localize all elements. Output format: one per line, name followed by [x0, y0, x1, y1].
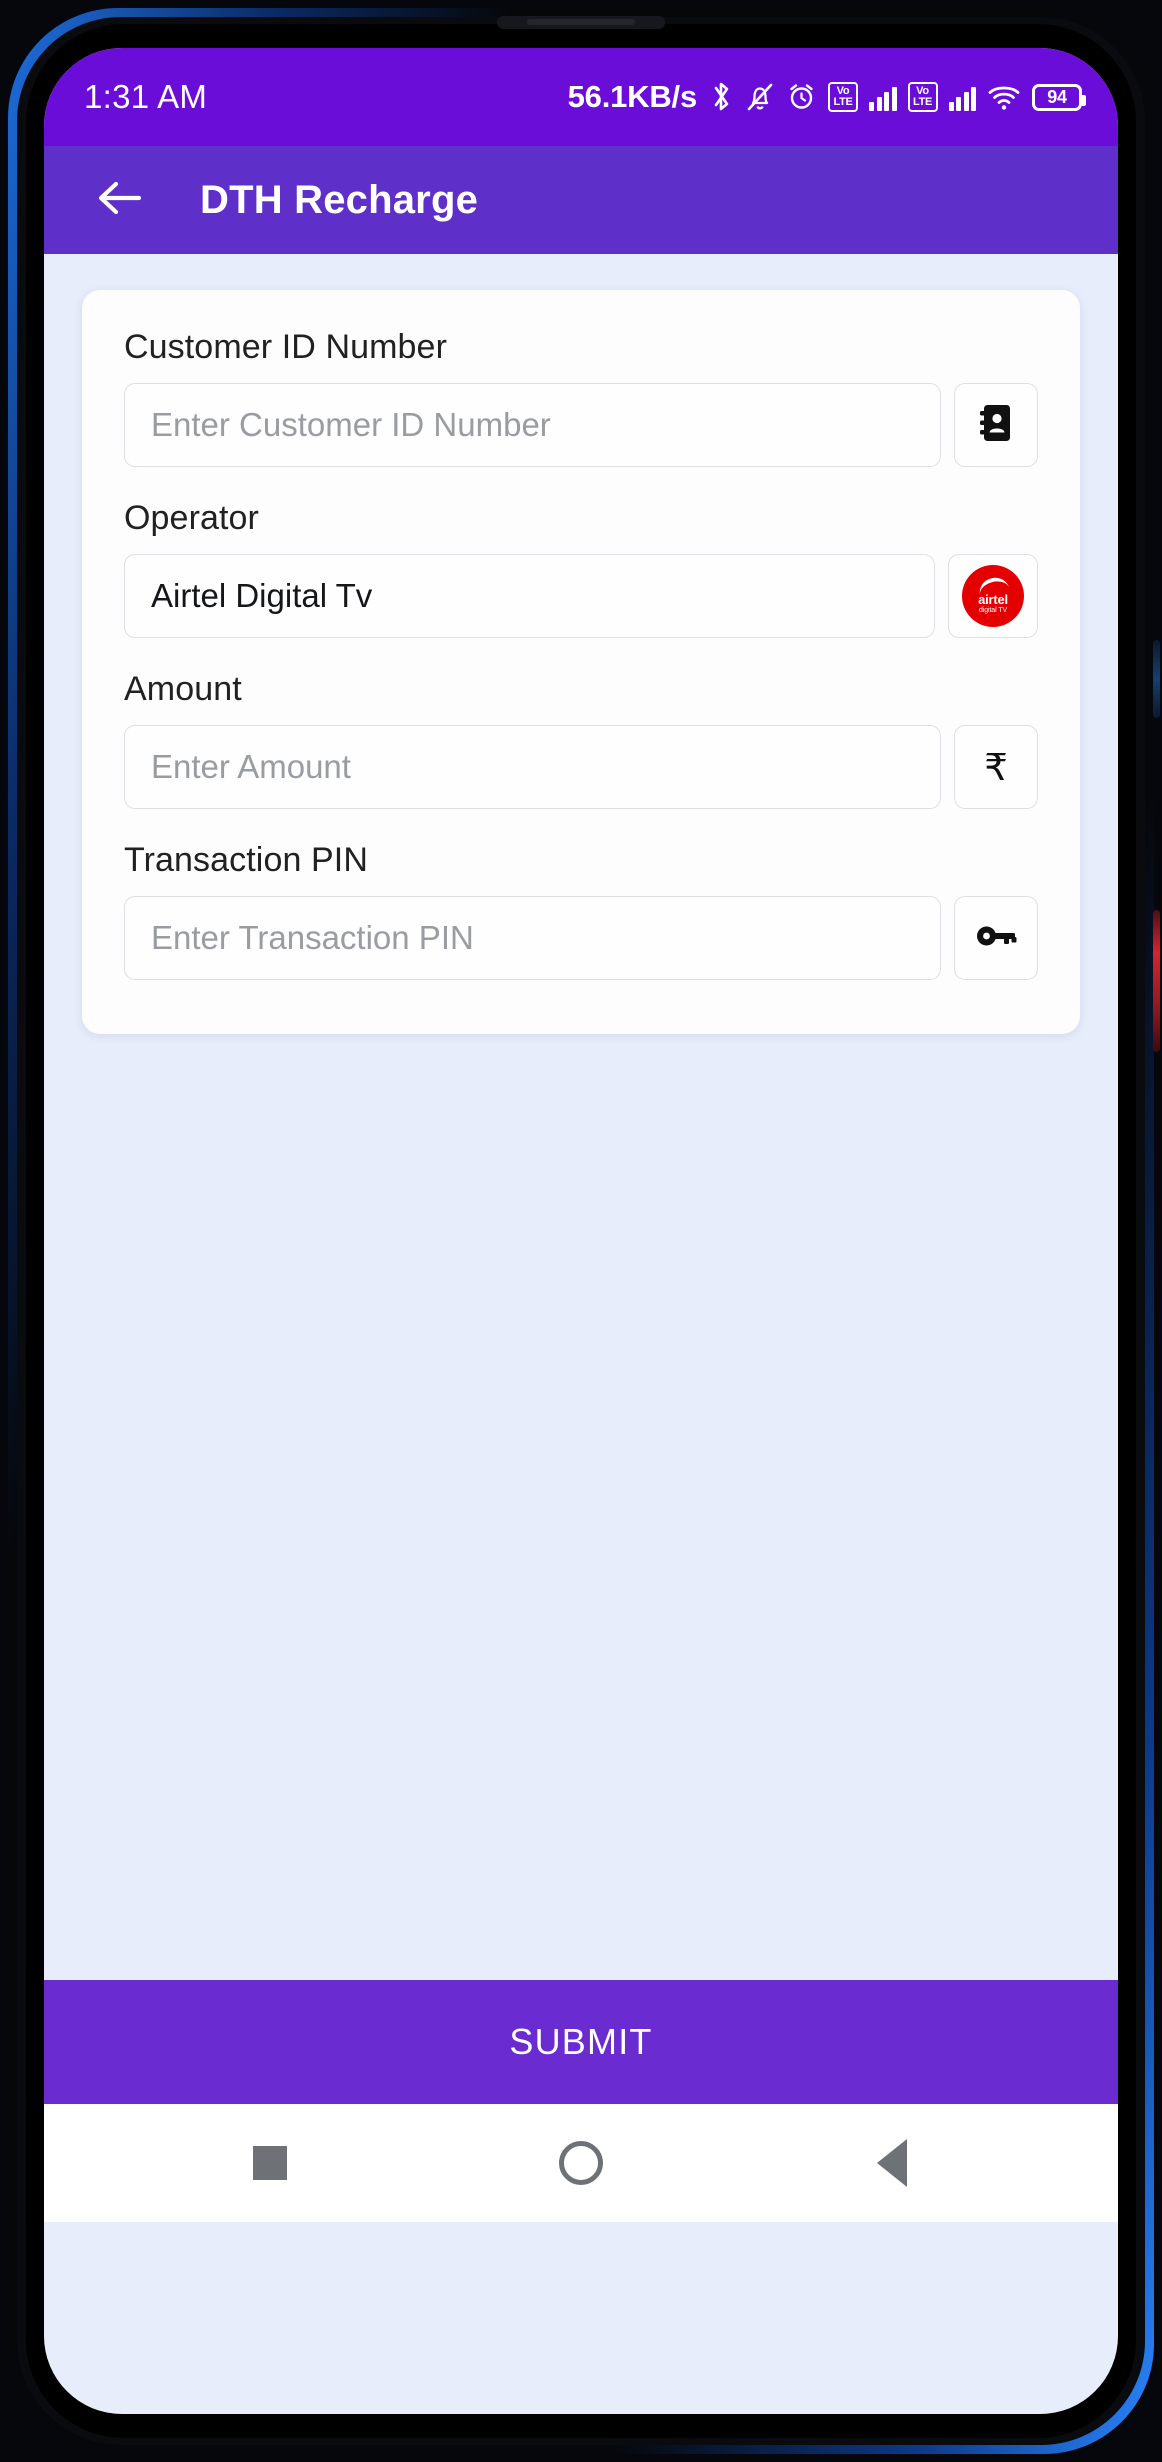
volume-button[interactable]: [1153, 640, 1160, 718]
circle-icon: [558, 2141, 603, 2185]
alarm-clock-icon: [786, 81, 817, 113]
transaction-pin-placeholder: Enter Transaction PIN: [151, 919, 474, 956]
field-label-transaction-pin: Transaction PIN: [124, 841, 368, 879]
volte-icon: Vo LTE: [828, 82, 858, 112]
operator-select[interactable]: Airtel Digital Tv: [124, 554, 935, 638]
page-content: Customer ID Number Enter Customer ID Num…: [44, 254, 1118, 1980]
contact-book-icon: [976, 401, 1016, 450]
bluetooth-icon: [710, 80, 734, 114]
field-customer-id: Customer ID Number Enter Customer ID Num…: [124, 328, 1038, 467]
field-operator: Operator Airtel Digital Tv airtel digita…: [124, 499, 1038, 638]
network-speed-label: 56.1KB/s: [567, 79, 698, 114]
amount-input[interactable]: Enter Amount: [124, 725, 941, 809]
nav-back-button[interactable]: [847, 2118, 937, 2208]
page-title: DTH Recharge: [200, 177, 479, 222]
pin-key-button[interactable]: [954, 896, 1038, 980]
screenshot-root: 1:31 AM 56.1KB/s Vo LTE Vo LTE 94 DTH Re…: [0, 0, 1162, 2462]
square-icon: [252, 2146, 287, 2180]
field-row-transaction-pin: Enter Transaction PIN: [124, 896, 1038, 980]
airtel-brand-label: airtel: [978, 592, 1008, 607]
signal-bars-icon: [869, 84, 897, 111]
submit-button-label: SUBMIT: [509, 2021, 653, 2062]
field-row-customer-id: Enter Customer ID Number: [124, 383, 1038, 467]
field-label-operator: Operator: [124, 499, 259, 537]
power-button[interactable]: [1153, 910, 1160, 1052]
signal-bars-icon-2: [948, 84, 976, 111]
submit-button[interactable]: SUBMIT: [44, 1980, 1118, 2104]
recharge-form-card: Customer ID Number Enter Customer ID Num…: [82, 290, 1080, 1034]
operator-selected-value: Airtel Digital Tv: [151, 577, 373, 614]
transaction-pin-input[interactable]: Enter Transaction PIN: [124, 896, 941, 980]
arrow-left-icon: [95, 178, 145, 223]
rupee-icon: ₹: [984, 746, 1008, 788]
nav-recents-button[interactable]: [225, 2118, 315, 2208]
volte-bottom-label-2: LTE: [912, 96, 933, 108]
phone-earpiece-notch: [497, 16, 665, 29]
back-button[interactable]: [92, 172, 148, 228]
app-bar: DTH Recharge: [44, 146, 1118, 254]
field-transaction-pin: Transaction PIN Enter Transaction PIN: [124, 841, 1038, 980]
volte-icon-2: Vo LTE: [907, 82, 938, 112]
airtel-sub-label: digital TV: [978, 607, 1008, 614]
operator-logo-button[interactable]: airtel digital TV: [948, 554, 1038, 638]
amount-placeholder: Enter Amount: [151, 748, 351, 785]
volte-bottom-label: LTE: [833, 96, 853, 108]
phone-screen: 1:31 AM 56.1KB/s Vo LTE Vo LTE 94 DTH Re…: [44, 48, 1118, 2414]
silent-bell-icon: [745, 81, 775, 113]
status-bar-icons: 56.1KB/s Vo LTE Vo LTE 94: [567, 79, 1086, 115]
android-navigation-bar: [44, 2104, 1118, 2222]
field-row-amount: Enter Amount ₹: [124, 725, 1038, 809]
key-icon: [973, 916, 1019, 961]
battery-icon: 94: [1032, 83, 1086, 111]
field-row-operator: Airtel Digital Tv airtel digital TV: [124, 554, 1038, 638]
customer-id-placeholder: Enter Customer ID Number: [151, 406, 551, 443]
status-bar: 1:31 AM 56.1KB/s Vo LTE Vo LTE 94: [44, 48, 1118, 146]
field-label-customer-id: Customer ID Number: [124, 328, 447, 366]
battery-level-label: 94: [1047, 86, 1067, 107]
wifi-icon: [987, 82, 1021, 112]
field-amount: Amount Enter Amount ₹: [124, 670, 1038, 809]
contact-picker-button[interactable]: [954, 383, 1038, 467]
triangle-back-icon: [877, 2139, 908, 2187]
airtel-digital-tv-logo: airtel digital TV: [962, 565, 1024, 627]
nav-home-button[interactable]: [536, 2118, 626, 2208]
status-bar-clock: 1:31 AM: [84, 78, 208, 115]
currency-button[interactable]: ₹: [954, 725, 1038, 809]
customer-id-input[interactable]: Enter Customer ID Number: [124, 383, 941, 467]
field-label-amount: Amount: [124, 670, 242, 708]
